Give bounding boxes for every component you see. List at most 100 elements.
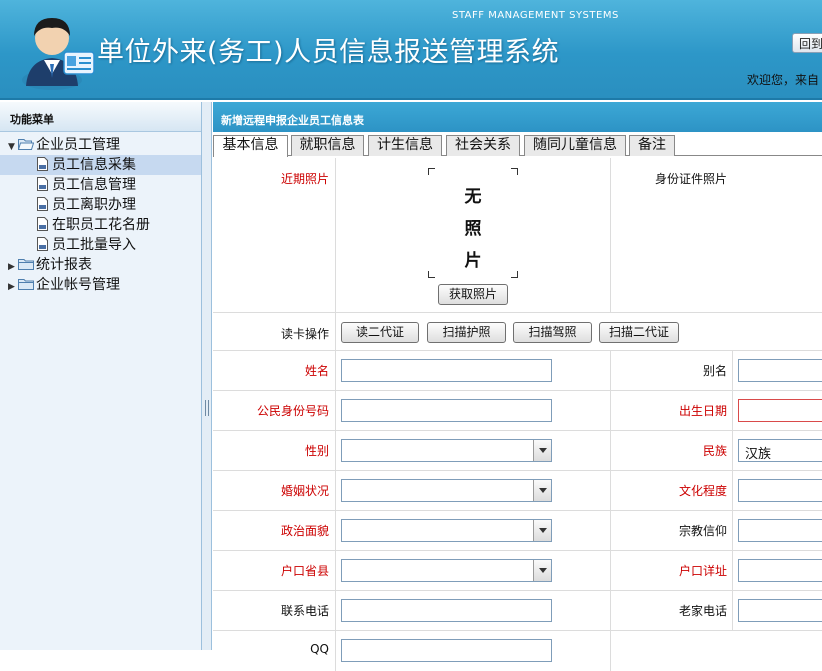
ethnicity-label: 民族: [702, 444, 727, 458]
photo-row: 近期照片 无 照 片 获取照片 身份证件照片: [213, 158, 822, 313]
tab-notes[interactable]: 备注: [629, 135, 675, 156]
id-number-label: 公民身份号码: [256, 404, 329, 418]
id-photo-label: 身份证件照片: [654, 172, 727, 186]
sidebar-item-label: 员工信息管理: [52, 177, 136, 193]
chevron-down-icon[interactable]: [533, 480, 551, 501]
main-panel: 新增远程申报企业员工信息表 基本信息 就职信息 计生信息 社会关系 随同儿童信息…: [213, 102, 822, 671]
expanded-arrow-icon[interactable]: ▼: [8, 137, 18, 157]
chevron-down-icon[interactable]: [533, 520, 551, 541]
hukou-county-select[interactable]: [341, 559, 552, 582]
tree-node-employee-management[interactable]: ▼ 企业员工管理: [0, 135, 201, 155]
sidebar-item-label: 员工信息采集: [52, 157, 136, 173]
id-number-row: 公民身份号码 出生日期: [213, 391, 822, 431]
chevron-down-icon[interactable]: [533, 440, 551, 461]
welcome-text: 欢迎您，来自: [747, 73, 820, 87]
tab-employment-info[interactable]: 就职信息: [291, 135, 364, 156]
document-icon: [37, 197, 48, 211]
education-label: 文化程度: [678, 484, 727, 498]
home-phone-input[interactable]: [738, 599, 822, 622]
sidebar-item-resignation[interactable]: 员工离职办理: [0, 195, 201, 215]
tab-children-info[interactable]: 随同儿童信息: [524, 135, 626, 156]
qq-row: QQ: [213, 631, 822, 671]
phone-row: 联系电话 老家电话: [213, 591, 822, 631]
tab-family-planning[interactable]: 计生信息: [368, 135, 442, 156]
scan-id-card-button[interactable]: 扫描二代证: [599, 322, 679, 343]
marital-label: 婚姻状况: [280, 484, 329, 498]
hukou-detail-input[interactable]: [738, 559, 822, 582]
alias-input[interactable]: [738, 359, 822, 382]
gender-label: 性别: [304, 444, 329, 458]
home-phone-label: 老家电话: [678, 604, 727, 618]
name-label: 姓名: [304, 364, 329, 378]
phone-input[interactable]: [341, 599, 552, 622]
panel-title: 新增远程申报企业员工信息表: [213, 102, 822, 132]
religion-label: 宗教信仰: [678, 524, 727, 538]
tree-node-statistics[interactable]: ▶ 统计报表: [0, 255, 201, 275]
tab-basic-info[interactable]: 基本信息: [213, 135, 288, 157]
birth-date-label: 出生日期: [678, 404, 727, 418]
sidebar-item-info-manage[interactable]: 员工信息管理: [0, 175, 201, 195]
read-id-card-button[interactable]: 读二代证: [341, 322, 419, 343]
scan-license-button[interactable]: 扫描驾照: [513, 322, 592, 343]
card-reader-label: 读卡操作: [280, 327, 329, 341]
sidebar-item-label: 员工离职办理: [52, 197, 136, 213]
phone-label: 联系电话: [280, 604, 329, 618]
marital-row: 婚姻状况 文化程度: [213, 471, 822, 511]
collapsed-arrow-icon[interactable]: ▶: [8, 257, 18, 277]
political-select[interactable]: [341, 519, 552, 542]
hukou-county-label: 户口省县: [280, 564, 329, 578]
tree-node-label: 统计报表: [36, 257, 92, 273]
no-photo-text: 片: [464, 251, 482, 271]
sidebar-item-batch-import[interactable]: 员工批量导入: [0, 235, 201, 255]
panel-splitter[interactable]: [202, 102, 212, 650]
no-photo-text: 照: [464, 219, 482, 239]
sidebar-item-label: 在职员工花名册: [52, 217, 150, 233]
tab-social-relations[interactable]: 社会关系: [446, 135, 520, 156]
menu-tree: ▼ 企业员工管理 员工信息采集 员工信息管理 员工离职办理 在职员工花名册 员工批…: [0, 132, 201, 295]
folder-icon: [18, 279, 34, 290]
tree-node-label: 企业员工管理: [36, 137, 120, 153]
id-number-input[interactable]: [341, 399, 552, 422]
collapsed-arrow-icon[interactable]: ▶: [8, 277, 18, 297]
user-card-logo-icon: [22, 18, 95, 90]
home-button[interactable]: 回到首页: [792, 33, 822, 53]
app-subtitle: STAFF MANAGEMENT SYSTEMS: [452, 10, 619, 21]
splitter-grip-icon[interactable]: [205, 400, 209, 416]
document-icon: [37, 157, 48, 171]
sidebar: 功能菜单 ▼ 企业员工管理 员工信息采集 员工信息管理 员工离职办理 在职员工花名…: [0, 102, 202, 650]
recent-photo-label: 近期照片: [280, 172, 329, 186]
card-reader-row: 读卡操作 读二代证 扫描护照 扫描驾照 扫描二代证: [213, 313, 822, 351]
birth-date-input[interactable]: [738, 399, 822, 422]
sidebar-item-roster[interactable]: 在职员工花名册: [0, 215, 201, 235]
scan-passport-button[interactable]: 扫描护照: [427, 322, 506, 343]
tab-bar: 基本信息 就职信息 计生信息 社会关系 随同儿童信息 备注: [213, 132, 822, 157]
tree-node-label: 企业帐号管理: [36, 277, 120, 293]
qq-input[interactable]: [341, 639, 552, 662]
gender-select[interactable]: [341, 439, 552, 462]
political-row: 政治面貌 宗教信仰: [213, 511, 822, 551]
hukou-row: 户口省县 户口详址: [213, 551, 822, 591]
open-folder-icon: [18, 139, 34, 150]
qq-label: QQ: [310, 642, 329, 656]
sidebar-title: 功能菜单: [0, 102, 201, 132]
document-icon: [37, 177, 48, 191]
education-input[interactable]: [738, 479, 822, 502]
hukou-detail-label: 户口详址: [678, 564, 727, 578]
document-icon: [37, 217, 48, 231]
photo-placeholder: 无 照 片: [428, 168, 518, 278]
gender-row: 性别 民族 汉族: [213, 431, 822, 471]
no-photo-text: 无: [464, 187, 482, 207]
sidebar-item-label: 员工批量导入: [52, 237, 136, 253]
tree-node-account-management[interactable]: ▶ 企业帐号管理: [0, 275, 201, 295]
marital-select[interactable]: [341, 479, 552, 502]
app-header: 单位外来(务工)人员信息报送管理系统 STAFF MANAGEMENT SYST…: [0, 0, 822, 100]
ethnicity-input[interactable]: 汉族: [738, 439, 822, 462]
sidebar-item-info-collect[interactable]: 员工信息采集: [0, 155, 201, 175]
alias-label: 别名: [702, 364, 727, 378]
religion-input[interactable]: [738, 519, 822, 542]
app-title: 单位外来(务工)人员信息报送管理系统: [97, 37, 560, 68]
chevron-down-icon[interactable]: [533, 560, 551, 581]
political-label: 政治面貌: [280, 524, 329, 538]
name-input[interactable]: [341, 359, 552, 382]
get-photo-button[interactable]: 获取照片: [438, 284, 508, 305]
